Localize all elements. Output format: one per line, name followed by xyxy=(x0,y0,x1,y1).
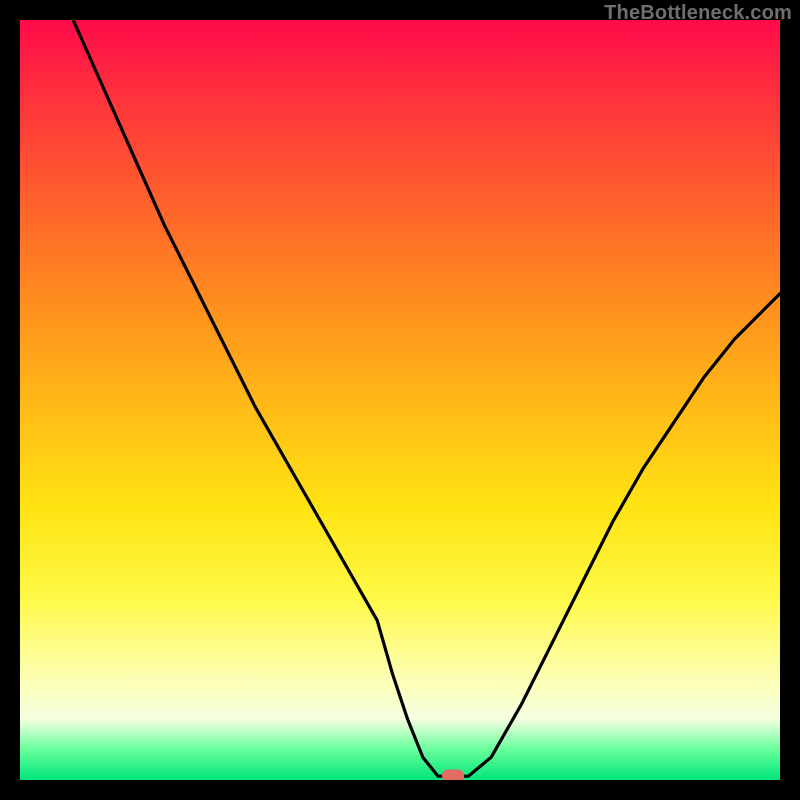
plot-area xyxy=(20,20,780,780)
chart-frame: TheBottleneck.com xyxy=(0,0,800,800)
bottleneck-curve xyxy=(20,20,780,780)
optimal-point-marker xyxy=(442,770,464,780)
watermark-label: TheBottleneck.com xyxy=(604,2,792,25)
